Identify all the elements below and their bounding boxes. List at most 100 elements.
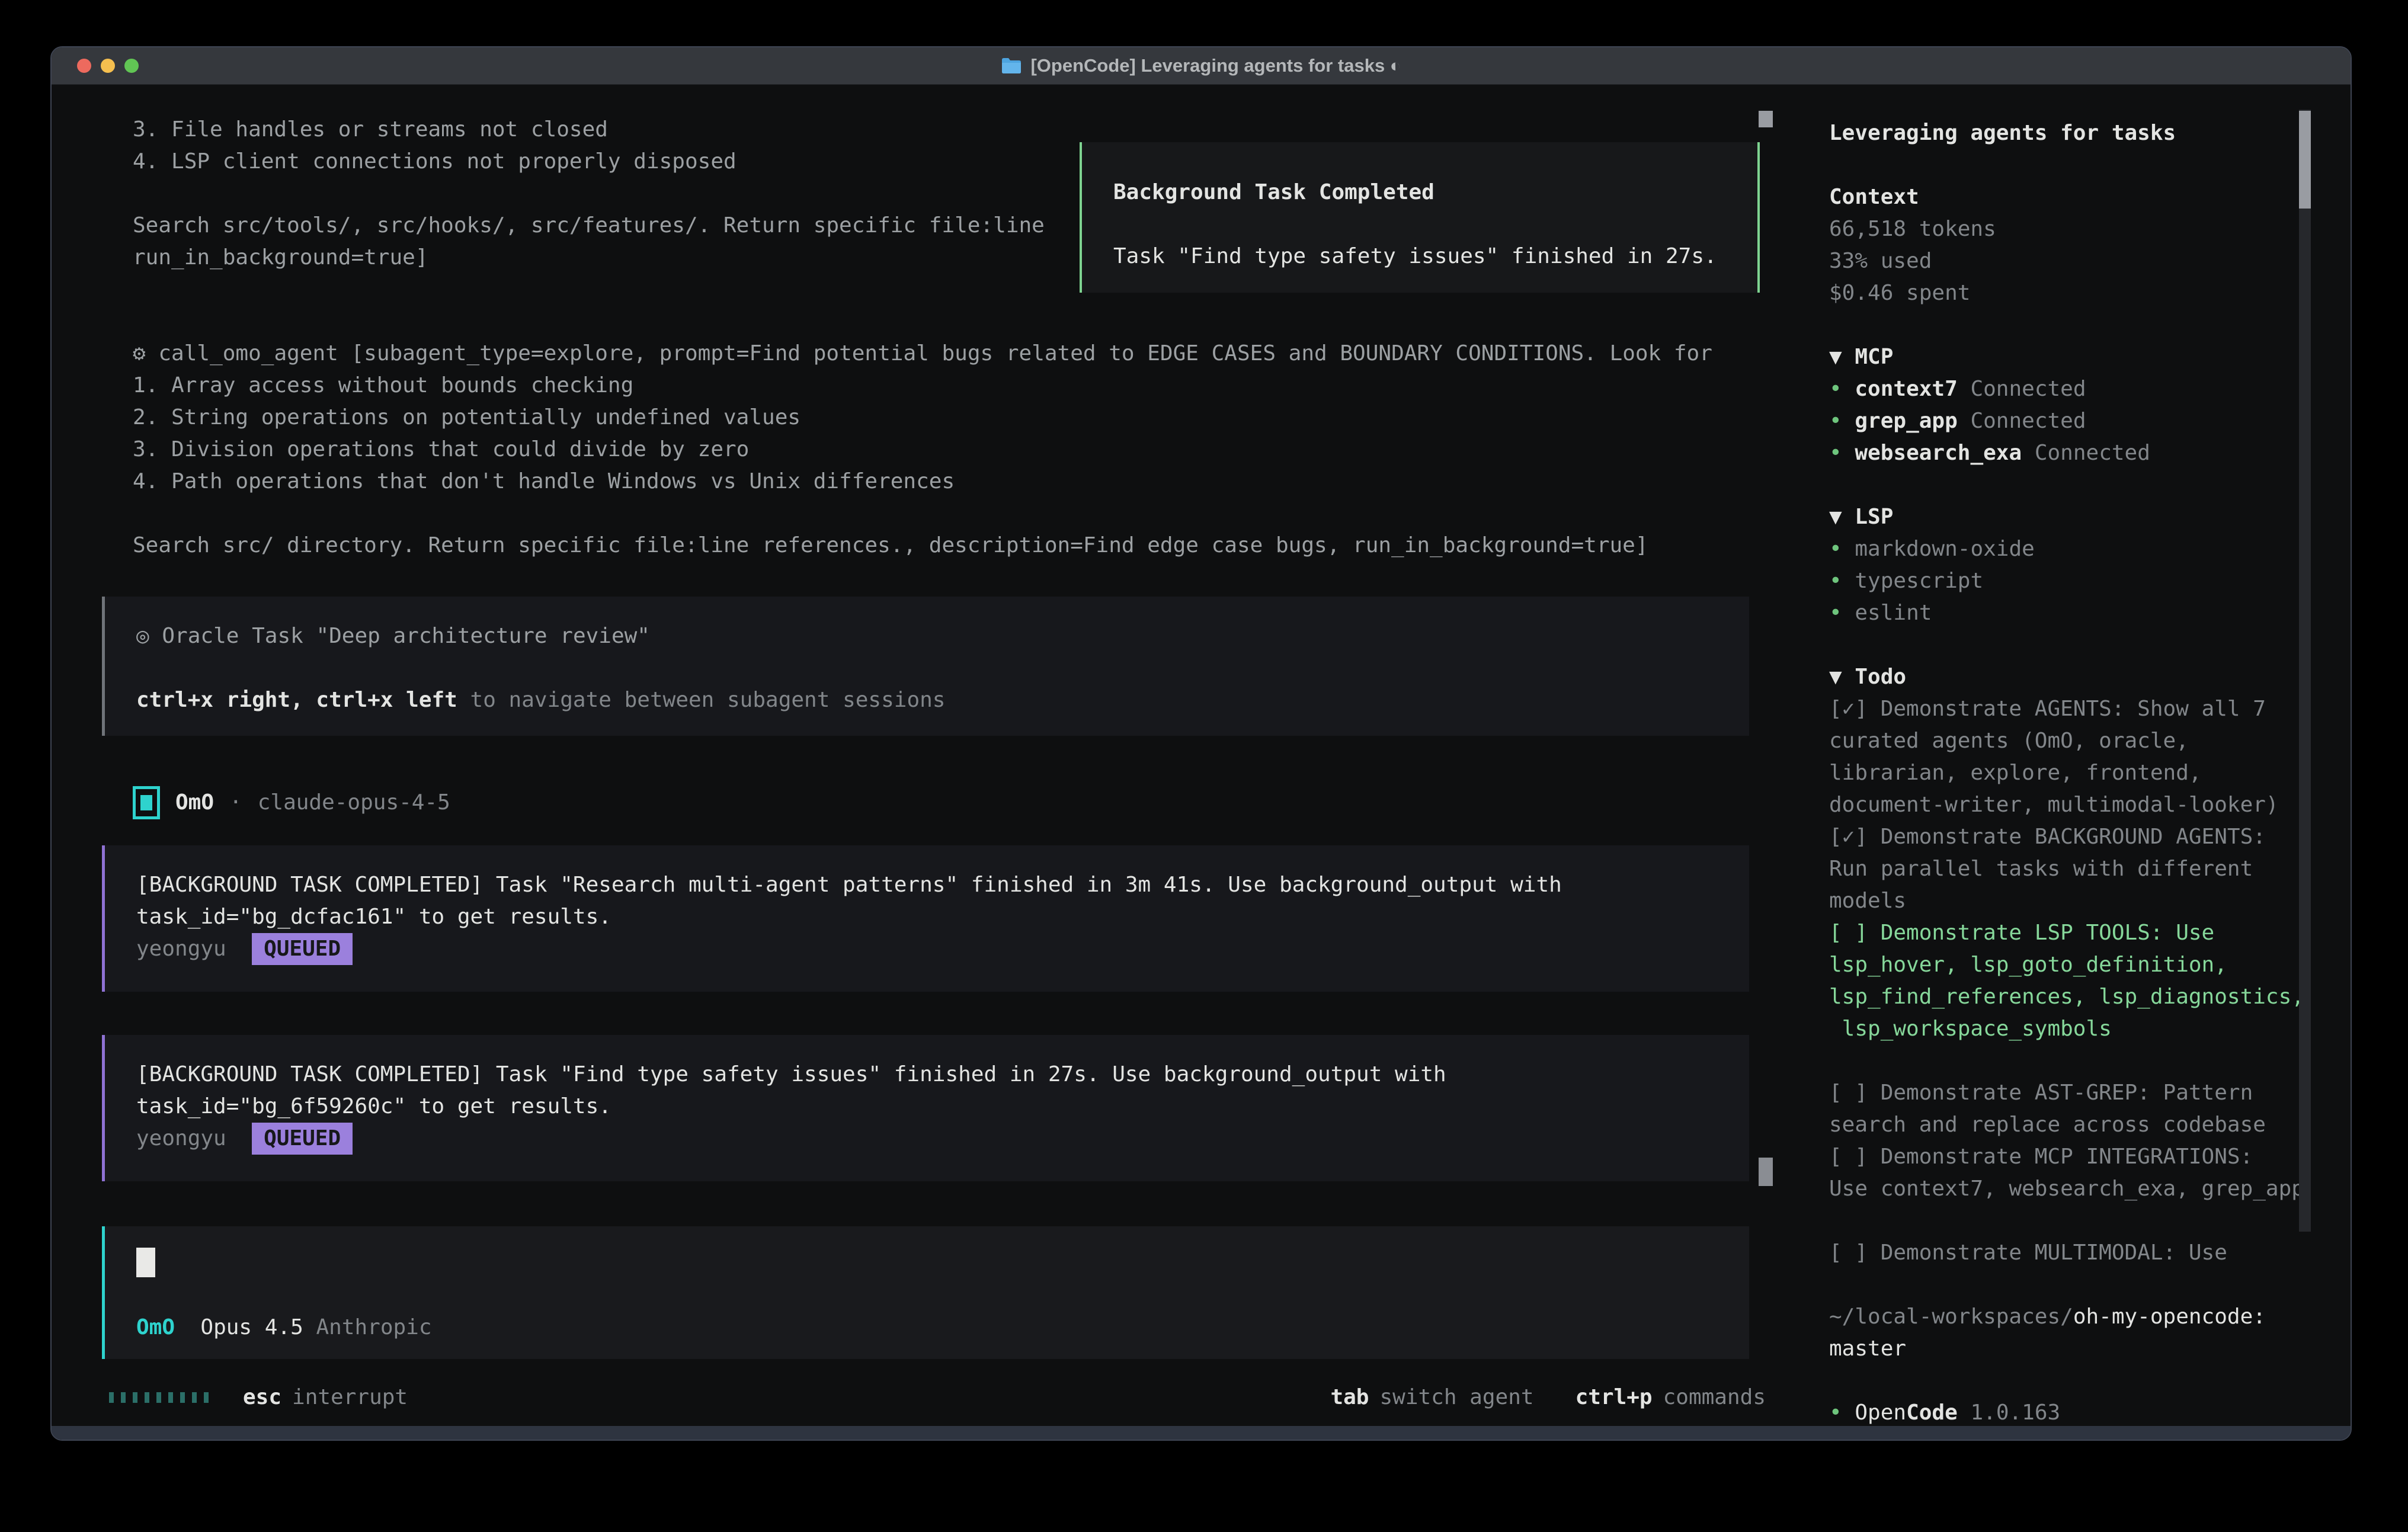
mcp-section-heading[interactable]: ▼ MCP: [1829, 341, 2309, 373]
todo-line-pending: [ ] Demonstrate MCP INTEGRATIONS:: [1829, 1141, 2309, 1173]
tab-key-label: switch agent: [1379, 1382, 1533, 1414]
bullet-icon: •: [1829, 441, 1842, 465]
separator-dot: ·: [229, 787, 242, 819]
todo-line-done: curated agents (OmO, oracle,: [1829, 725, 2309, 757]
desktop: [OpenCode] Leveraging agents for tasks ◐…: [0, 0, 2408, 1532]
mcp-item: • grep_app Connected: [1829, 405, 2309, 437]
status-badge: QUEUED: [252, 933, 353, 965]
sidebar-scrollbar-track[interactable]: [2299, 110, 2311, 1232]
session-sidebar: Leveraging agents for tasks Context 66,5…: [1829, 117, 2309, 1429]
oracle-task-card[interactable]: ◎ Oracle Task "Deep architecture review"…: [102, 597, 1749, 736]
status-bar: esc interrupt tab switch agent ctrl+p co…: [109, 1382, 1766, 1414]
minimize-window-button[interactable]: [101, 59, 115, 73]
sidebar-session-title: Leveraging agents for tasks: [1829, 117, 2309, 149]
todo-line-done: [✓] Demonstrate BACKGROUND AGENTS:: [1829, 821, 2309, 853]
window-titlebar[interactable]: [OpenCode] Leveraging agents for tasks ◐: [52, 47, 2351, 85]
todo-line-done: [✓] Demonstrate AGENTS: Show all 7: [1829, 693, 2309, 725]
bullet-icon: •: [1829, 537, 1842, 561]
todo-line-active: lsp_workspace_symbols: [1829, 1013, 2309, 1045]
task-user: yeongyu: [136, 1126, 226, 1150]
agent-model: claude-opus-4-5: [258, 787, 450, 819]
context-heading: Context: [1829, 181, 2309, 213]
tab-key-hint: tab: [1330, 1382, 1369, 1414]
bullet-icon: •: [1829, 569, 1842, 593]
sidebar-scrollbar-thumb[interactable]: [2299, 111, 2311, 209]
todo-line-pending: Use context7, websearch_exa, grep_app: [1829, 1173, 2309, 1205]
transcript-line: Search src/ directory. Return specific f…: [133, 530, 1712, 562]
todo-line-active: [ ] Demonstrate LSP TOOLS: Use: [1829, 917, 2309, 949]
esc-key-label: interrupt: [292, 1382, 408, 1414]
context-tokens: 66,518 tokens: [1829, 213, 2309, 245]
mcp-item: • websearch_exa Connected: [1829, 437, 2309, 469]
status-badge: QUEUED: [252, 1123, 353, 1155]
spinner-dots: [109, 1392, 209, 1403]
mcp-item: • context7 Connected: [1829, 373, 2309, 405]
lsp-item: • eslint: [1829, 597, 2309, 629]
zoom-window-button[interactable]: [124, 59, 139, 73]
lsp-item: • markdown-oxide: [1829, 533, 2309, 565]
folder-icon: [1001, 57, 1022, 75]
input-provider-name: Anthropic: [316, 1315, 431, 1339]
triangle-down-icon: ▼: [1829, 505, 1842, 529]
esc-key-hint: esc: [243, 1382, 281, 1414]
todo-line-done: Run parallel tasks with different: [1829, 853, 2309, 885]
todo-line-pending: [ ] Demonstrate MULTIMODAL: Use: [1829, 1237, 2309, 1269]
transcript-line: 3. File handles or streams not closed: [133, 114, 1712, 146]
target-icon: ◎: [136, 624, 149, 648]
agent-header: OmO · claude-opus-4-5: [133, 787, 450, 819]
transcript-line: 3. Division operations that could divide…: [133, 434, 1712, 466]
context-spent: $0.46 spent: [1829, 277, 2309, 309]
transcript-line: 2. String operations on potentially unde…: [133, 402, 1712, 434]
window-title: [OpenCode] Leveraging agents for tasks ◐: [1030, 55, 1401, 76]
todo-line-active: lsp_hover, lsp_goto_definition,: [1829, 949, 2309, 981]
todo-line-pending: [ ] Demonstrate AST-GREP: Pattern: [1829, 1077, 2309, 1109]
input-model-line: OmO Opus 4.5 Anthropic: [136, 1312, 1725, 1344]
close-window-button[interactable]: [77, 59, 91, 73]
background-task-notification: Background Task Completed Task "Find typ…: [1080, 142, 1760, 293]
text-cursor: [136, 1248, 155, 1277]
triangle-down-icon: ▼: [1829, 345, 1842, 369]
notification-body: Task "Find type safety issues" finished …: [1113, 241, 1757, 273]
bullet-icon: •: [1829, 1400, 1842, 1425]
ctrlp-key-label: commands: [1663, 1382, 1766, 1414]
task-message-line: task_id="bg_6f59260c" to get results.: [136, 1091, 1725, 1123]
task-meta-line: yeongyu QUEUED: [136, 1123, 1725, 1155]
task-message-line: [BACKGROUND TASK COMPLETED] Task "Resear…: [136, 869, 1725, 901]
input-agent-name: OmO: [136, 1315, 175, 1339]
lsp-item: • typescript: [1829, 565, 2309, 597]
todo-section-heading[interactable]: ▼ Todo: [1829, 661, 2309, 693]
lsp-section-heading[interactable]: ▼ LSP: [1829, 501, 2309, 533]
task-message-card: [BACKGROUND TASK COMPLETED] Task "Resear…: [102, 845, 1749, 992]
input-model-name: Opus 4.5: [200, 1315, 303, 1339]
task-message-line: task_id="bg_dcfac161" to get results.: [136, 901, 1725, 933]
workspace-branch: master: [1829, 1333, 2309, 1365]
task-message-card: [BACKGROUND TASK COMPLETED] Task "Find t…: [102, 1035, 1749, 1181]
context-used: 33% used: [1829, 245, 2309, 277]
main-scrollbar-thumb[interactable]: [1759, 111, 1773, 127]
task-message-line: [BACKGROUND TASK COMPLETED] Task "Find t…: [136, 1059, 1725, 1091]
opencode-window: [OpenCode] Leveraging agents for tasks ◐…: [50, 46, 2352, 1441]
tool-call-line: ⚙ call_omo_agent [subagent_type=explore,…: [133, 338, 1712, 370]
transcript-line: 4. Path operations that don't handle Win…: [133, 466, 1712, 498]
task-user: yeongyu: [136, 937, 226, 961]
oracle-task-line: ◎ Oracle Task "Deep architecture review": [136, 620, 1725, 652]
triangle-down-icon: ▼: [1829, 665, 1842, 689]
hint-keys: ctrl+x right, ctrl+x left: [136, 688, 457, 712]
main-scrollbar-thumb[interactable]: [1759, 1158, 1773, 1186]
gear-icon: ⚙: [133, 341, 146, 366]
omo-agent-icon: [133, 786, 160, 819]
todo-line-done: document-writer, multimodal-looker): [1829, 789, 2309, 821]
ctrlp-key-hint: ctrl+p: [1576, 1382, 1653, 1414]
transcript-line: 1. Array access without bounds checking: [133, 370, 1712, 402]
todo-line-active: lsp_find_references, lsp_diagnostics,: [1829, 981, 2309, 1013]
bullet-icon: •: [1829, 377, 1842, 401]
todo-line-pending: search and replace across codebase: [1829, 1109, 2309, 1141]
agent-name: OmO: [175, 787, 214, 819]
todo-line-done: models: [1829, 885, 2309, 917]
oracle-hint-line: ctrl+x right, ctrl+x left to navigate be…: [136, 684, 1725, 716]
window-bottom-edge: [52, 1426, 2351, 1440]
todo-line-done: librarian, explore, frontend,: [1829, 757, 2309, 789]
bullet-icon: •: [1829, 409, 1842, 433]
opencode-version: • OpenCode 1.0.163: [1829, 1397, 2309, 1429]
prompt-input[interactable]: OmO Opus 4.5 Anthropic: [102, 1226, 1749, 1359]
